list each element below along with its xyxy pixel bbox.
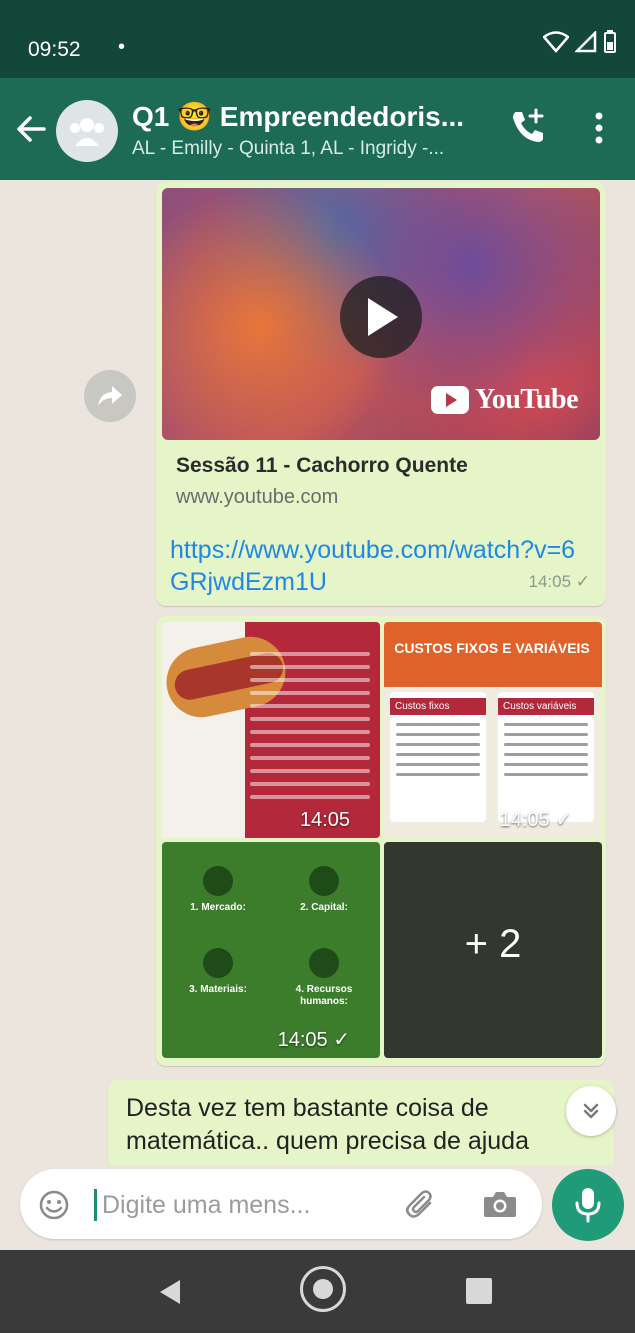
add-call-icon[interactable] — [508, 106, 548, 146]
group-avatar[interactable] — [56, 100, 118, 162]
message-input[interactable] — [100, 1183, 394, 1227]
play-button[interactable] — [340, 276, 422, 358]
link-url[interactable]: https://www.youtube.com/watch?v=6GRjwdEz… — [170, 534, 590, 598]
status-bar: 09:52 • — [0, 0, 635, 78]
more-options-icon[interactable] — [588, 108, 610, 148]
notification-dot: • — [118, 36, 126, 58]
camera-icon[interactable] — [482, 1189, 518, 1219]
image-item: 3. Materiais: — [168, 948, 268, 996]
nav-back-icon[interactable] — [158, 1278, 182, 1306]
double-chevron-down-icon — [583, 1103, 599, 1119]
youtube-icon — [431, 386, 470, 414]
emoji-icon[interactable] — [38, 1189, 70, 1221]
image-item: 4. Recursos humanos: — [274, 948, 374, 1008]
attachment-icon[interactable] — [404, 1187, 438, 1221]
chat-area[interactable]: YouTube Sessão 11 - Cachorro Quente www.… — [0, 180, 635, 1165]
text-message[interactable]: Desta vez tem bastante coisa de matemáti… — [108, 1080, 614, 1165]
system-navigation-bar — [0, 1250, 635, 1333]
image-item: 1. Mercado: — [168, 866, 268, 914]
image-item: 2. Capital: — [274, 866, 374, 914]
message-box[interactable] — [20, 1169, 542, 1239]
back-arrow-icon[interactable] — [14, 112, 48, 146]
play-icon — [368, 298, 398, 336]
image-album: 14:05 CUSTOS FIXOS E VARIÁVEIS Custos fi… — [156, 616, 606, 1066]
youtube-brand: YouTube — [475, 384, 578, 415]
image-time: 14:05 — [299, 809, 350, 831]
album-image-1[interactable]: 14:05 — [162, 622, 380, 838]
link-message[interactable]: YouTube Sessão 11 - Cachorro Quente www.… — [156, 182, 606, 606]
text-cursor — [94, 1189, 97, 1221]
link-title: Sessão 11 - Cachorro Quente — [176, 454, 468, 477]
image-column-fixed: Custos fixos — [390, 692, 486, 822]
microphone-icon — [575, 1188, 601, 1223]
phone-icon — [203, 948, 233, 978]
wifi-icon — [543, 31, 569, 53]
status-time: 09:52 — [28, 38, 81, 61]
cart-icon — [309, 866, 339, 896]
youtube-logo: YouTube — [431, 384, 578, 416]
image-time: 14:05 ✓ — [499, 809, 572, 831]
share-icon — [98, 386, 122, 406]
signal-icon — [575, 31, 597, 53]
image-text-lines — [250, 652, 370, 808]
video-thumbnail[interactable]: YouTube — [162, 188, 600, 440]
nav-recent-apps-icon[interactable] — [466, 1278, 492, 1304]
group-members[interactable]: AL - Emilly - Quinta 1, AL - Ingridy -..… — [132, 138, 492, 160]
people-icon — [203, 866, 233, 896]
forward-button[interactable] — [84, 370, 136, 422]
group-title[interactable]: Q1 🤓 Empreendedoris... — [132, 100, 492, 133]
album-image-more[interactable]: + 2 — [384, 842, 602, 1058]
image-column-variable: Custos variáveis — [498, 692, 594, 822]
more-images-count: + 2 — [464, 922, 522, 966]
nav-home-icon[interactable] — [300, 1266, 346, 1312]
group-icon — [70, 118, 104, 146]
album-image-3[interactable]: 1. Mercado: 2. Capital: 3. Materiais: 4.… — [162, 842, 380, 1058]
message-time: 14:05 ✓ — [528, 572, 590, 591]
chat-header: Q1 🤓 Empreendedoris... AL - Emilly - Qui… — [0, 78, 635, 180]
image-time: 14:05 ✓ — [277, 1029, 350, 1051]
link-domain: www.youtube.com — [176, 486, 339, 508]
composer-bar — [0, 1165, 635, 1250]
search-icon — [309, 948, 339, 978]
voice-message-button[interactable] — [552, 1169, 624, 1241]
image-title: CUSTOS FIXOS E VARIÁVEIS — [394, 640, 590, 656]
scroll-to-bottom-button[interactable] — [566, 1086, 616, 1136]
message-text: Desta vez tem bastante coisa de matemáti… — [126, 1094, 529, 1155]
battery-icon — [604, 30, 616, 53]
album-image-2[interactable]: CUSTOS FIXOS E VARIÁVEIS Custos fixos Cu… — [384, 622, 602, 838]
status-icons — [543, 30, 617, 54]
